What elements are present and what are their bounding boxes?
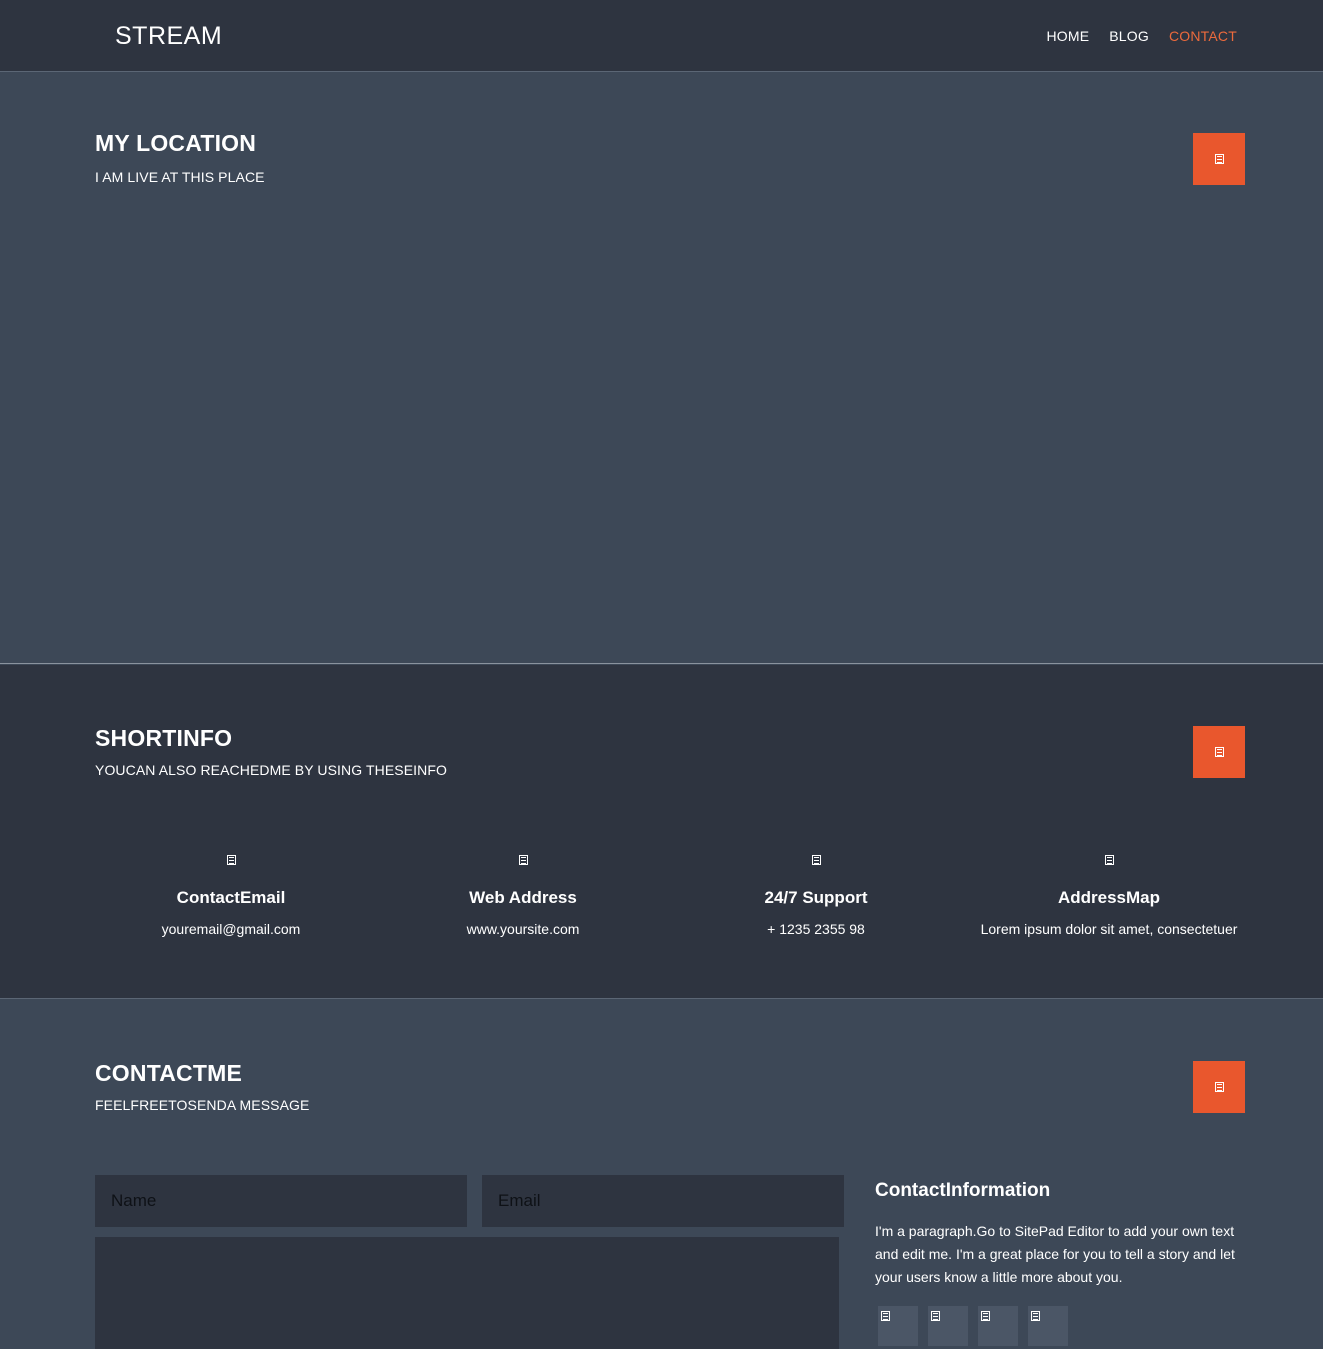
info-value: youremail@gmail.com bbox=[161, 921, 301, 937]
contact-information-text: I'm a paragraph.Go to SitePad Editor to … bbox=[875, 1223, 1235, 1285]
phone-icon bbox=[811, 855, 821, 865]
linkedin-button[interactable] bbox=[1028, 1306, 1068, 1346]
contact-section: CONTACTME FEELFREETOSENDA MESSAGE Contac… bbox=[0, 1000, 1323, 1349]
email-icon bbox=[226, 855, 236, 865]
short-info-section: SHORTINFO YOUCAN ALSO REACHEDME BY USING… bbox=[0, 665, 1323, 999]
facebook-button[interactable] bbox=[878, 1306, 918, 1346]
location-glyph-icon bbox=[1214, 154, 1224, 164]
google-plus-icon bbox=[981, 1311, 990, 1321]
message-textarea[interactable] bbox=[95, 1237, 839, 1349]
info-value: + 1235 2355 98 bbox=[767, 921, 865, 937]
info-item-address: AddressMap Lorem ipsum dolor sit amet, c… bbox=[959, 855, 1259, 937]
contact-badge bbox=[1193, 1061, 1245, 1113]
info-value: Lorem ipsum dolor sit amet, consectetuer bbox=[980, 921, 1238, 937]
info-heading: AddressMap bbox=[1057, 888, 1161, 907]
nav-contact-link[interactable]: CONTACT bbox=[1169, 28, 1237, 44]
nav-blog-link[interactable]: BLOG bbox=[1109, 28, 1149, 44]
contact-information-title: ContactInformation bbox=[875, 1180, 1051, 1201]
map-marker-icon bbox=[1104, 855, 1114, 865]
location-section: MY LOCATION I AM LIVE AT THIS PLACE bbox=[0, 72, 1323, 664]
twitter-button[interactable] bbox=[928, 1306, 968, 1346]
globe-icon bbox=[518, 855, 528, 865]
contact-title: CONTACTME bbox=[95, 1060, 243, 1086]
brand-logo[interactable]: STREAM bbox=[115, 22, 222, 51]
info-heading: ContactEmail bbox=[176, 888, 286, 907]
location-subtitle: I AM LIVE AT THIS PLACE bbox=[95, 169, 265, 185]
google-plus-button[interactable] bbox=[978, 1306, 1018, 1346]
linkedin-icon bbox=[1031, 1311, 1040, 1321]
main-nav: HOME BLOG CONTACT bbox=[1026, 28, 1237, 44]
info-heading: Web Address bbox=[469, 888, 577, 907]
name-input[interactable] bbox=[95, 1175, 467, 1227]
short-info-badge bbox=[1193, 726, 1245, 778]
short-info-title: SHORTINFO bbox=[95, 725, 233, 751]
facebook-icon bbox=[881, 1311, 890, 1321]
twitter-icon bbox=[931, 1311, 940, 1321]
location-title: MY LOCATION bbox=[95, 130, 257, 156]
location-badge bbox=[1193, 133, 1245, 185]
short-info-subtitle: YOUCAN ALSO REACHEDME BY USING THESEINFO bbox=[95, 762, 448, 778]
info-glyph-icon bbox=[1214, 747, 1224, 757]
envelope-glyph-icon bbox=[1214, 1082, 1224, 1092]
info-value: www.yoursite.com bbox=[466, 921, 580, 937]
info-item-email: ContactEmail youremail@gmail.com bbox=[91, 855, 371, 937]
info-item-support: 24/7 Support + 1235 2355 98 bbox=[676, 855, 956, 937]
contact-subtitle: FEELFREETOSENDA MESSAGE bbox=[95, 1097, 310, 1113]
info-heading: 24/7 Support bbox=[764, 888, 868, 907]
email-input[interactable] bbox=[482, 1175, 844, 1227]
info-item-web: Web Address www.yoursite.com bbox=[383, 855, 663, 937]
map-area[interactable] bbox=[0, 202, 1323, 662]
navbar: STREAM HOME BLOG CONTACT bbox=[0, 0, 1323, 72]
nav-home-link[interactable]: HOME bbox=[1046, 28, 1089, 44]
